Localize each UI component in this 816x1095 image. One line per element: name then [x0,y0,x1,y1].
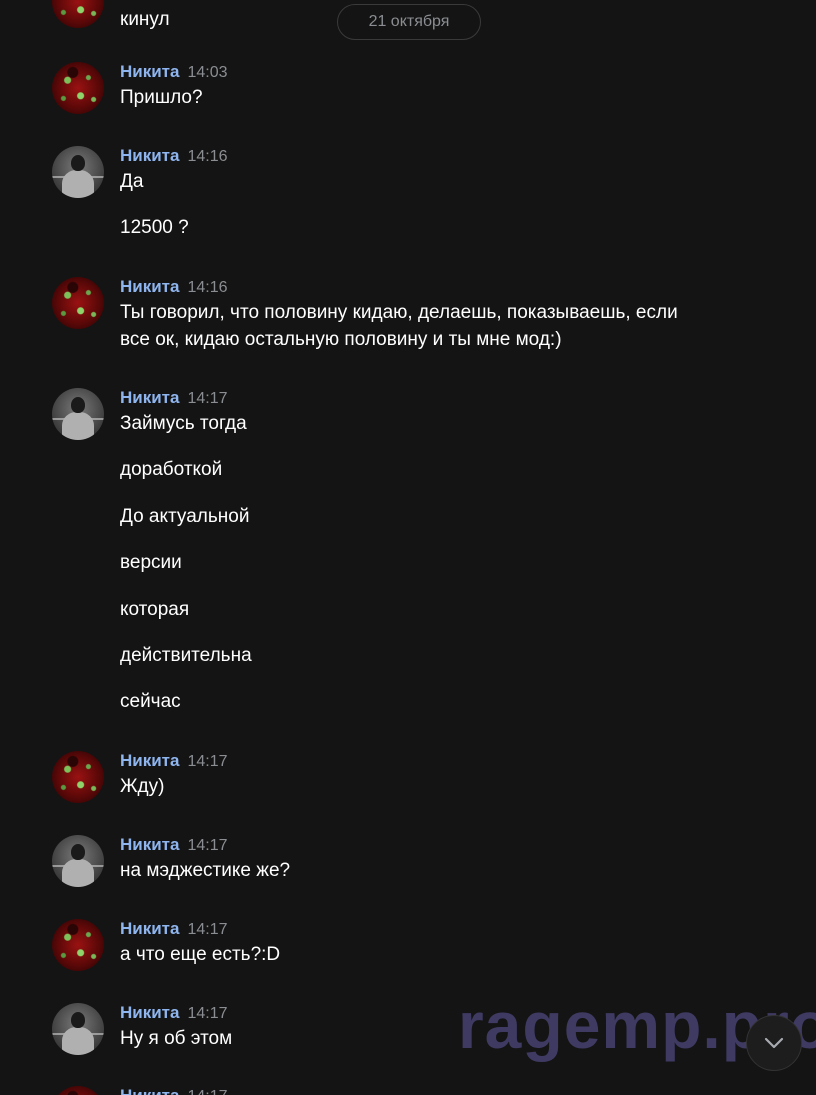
message-text: Ты говорил, что половину кидаю, делаешь,… [120,302,678,323]
message-time[interactable]: 14:17 [187,390,227,407]
message-header: Никита 14:17 [120,751,228,771]
message-time[interactable]: 14:03 [187,64,227,81]
message-text: сейчас [120,691,181,713]
message-time[interactable]: 14:17 [187,1005,227,1022]
message-header: Никита 14:16 [120,146,228,166]
sender-name[interactable]: Никита [120,1086,179,1095]
sender-name[interactable]: Никита [120,146,179,165]
sender-name[interactable]: Никита [120,388,179,407]
message-text: Да [120,171,144,192]
scroll-down-button[interactable] [746,1015,802,1071]
date-separator: 21 октября [337,4,481,40]
message-header: Никита 14:17 [120,1086,228,1095]
message-text: кинул [120,9,170,30]
message-time[interactable]: 14:16 [187,279,227,296]
message-text: До актуальной [120,505,250,527]
message-header: Никита 14:17 [120,388,228,408]
message-text: а что еще есть?:D [120,944,281,965]
message-time[interactable]: 14:16 [187,148,227,165]
sender-name[interactable]: Никита [120,751,179,770]
message-header: Никита 14:03 [120,62,228,82]
sender-name[interactable]: Никита [120,835,179,854]
message-time[interactable]: 14:17 [187,1088,227,1095]
message-text: все ок, кидаю остальную половину и ты мн… [120,329,562,350]
message-time[interactable]: 14:17 [187,921,227,938]
avatar[interactable] [52,919,104,971]
message-header: Никита 14:17 [120,1003,228,1023]
avatar[interactable] [52,1003,104,1055]
avatar[interactable] [52,1086,104,1095]
message-header: Никита 14:17 [120,835,228,855]
sender-name[interactable]: Никита [120,919,179,938]
message-time[interactable]: 14:17 [187,753,227,770]
avatar[interactable] [52,146,104,198]
sender-name[interactable]: Никита [120,1003,179,1022]
chat-history: кинул 21 октября Никита 14:03 Пришло? Никит… [0,0,816,1095]
message-text: Пришло? [120,87,203,108]
avatar[interactable] [52,751,104,803]
avatar[interactable] [52,62,104,114]
message-time[interactable]: 14:17 [187,837,227,854]
message-text: доработкой [120,459,223,481]
message-header: Никита 14:17 [120,919,228,939]
message-text: 12500 ? [120,217,189,239]
message-header: Никита 14:16 [120,277,228,297]
message-text: версии [120,552,182,574]
chevron-down-icon [764,1037,784,1049]
sender-name[interactable]: Никита [120,277,179,296]
avatar[interactable] [52,835,104,887]
message-text: действительна [120,645,252,666]
message-text: Жду) [120,776,165,797]
message-text: Ну я об этом [120,1028,233,1049]
message-text: на мэджестике же? [120,860,291,881]
message-text: которая [120,598,190,620]
message-text: Займусь тогда [120,413,247,434]
avatar[interactable] [52,388,104,440]
avatar[interactable] [52,277,104,329]
sender-name[interactable]: Никита [120,62,179,81]
avatar[interactable] [52,0,104,28]
